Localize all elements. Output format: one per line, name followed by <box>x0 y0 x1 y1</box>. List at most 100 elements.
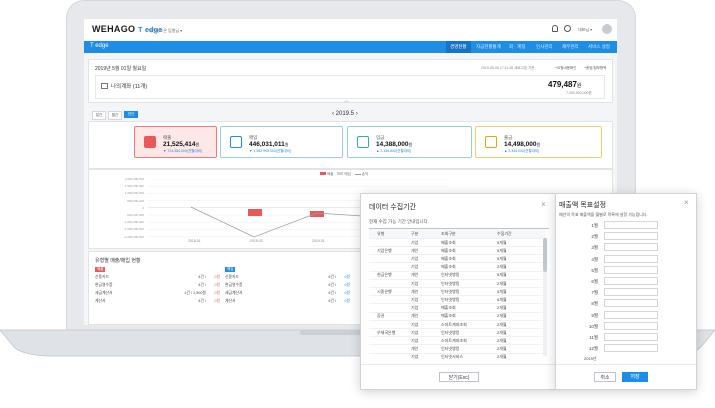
period-label: 2019.5 <box>335 111 355 117</box>
goal-row: 12월 <box>556 343 686 355</box>
goal-input[interactable] <box>604 288 658 297</box>
nav-item-settings[interactable]: 서비스 설정 <box>588 44 610 50</box>
cell-period: 2개월 <box>497 305 507 311</box>
stat-sub: ▼ 1,552,995,000(전월대비) <box>249 149 292 153</box>
purchase-type-list: 신용카드 4건 / 0원 현금영수증 4건 / 0원 세금계산서 4건 / 0원 계산… <box>225 275 350 307</box>
type-panel-title: 유형별 매출/매입 현황 <box>95 258 141 264</box>
bar-sales[interactable] <box>310 211 324 217</box>
legend-purchase: 매입 <box>344 172 351 176</box>
tab-yearly[interactable]: 연간 <box>124 111 138 118</box>
collect-dialog-title: 데이터 수집기간 <box>369 204 417 211</box>
goal-dialog-desc: 매년의 목표 매출액을 월별로 목록에 설정 가능합니다. <box>559 212 648 217</box>
nav-item-finance[interactable]: 재무관리 <box>562 44 579 50</box>
list-item[interactable]: 세금계산서 1건 / 1,500원 0원 <box>95 291 220 299</box>
goal-input[interactable] <box>604 299 658 308</box>
list-item[interactable]: 현금영수증 4건 / 0원 <box>225 283 350 291</box>
balance-sub: 7,000,000,000원 <box>566 91 592 95</box>
cell-kind: 기업 <box>411 305 419 311</box>
goal-input[interactable] <box>604 232 658 241</box>
scrollbar-thumb[interactable] <box>543 238 547 272</box>
goal-row: 10월 <box>556 321 686 333</box>
avatar[interactable] <box>602 24 612 34</box>
nav-item-hr[interactable]: 인사관리 <box>536 44 553 50</box>
nav-item-dashboard[interactable]: 경영현황 <box>446 41 471 53</box>
y-tick: -2,000,000,000 <box>123 234 144 239</box>
y-tick: 500,000,000 <box>127 198 144 203</box>
goal-input[interactable] <box>604 344 658 353</box>
stat-sub: ▼ 724,984,000(전월대비) <box>163 149 203 153</box>
total-year-label: 2019년 <box>584 356 597 362</box>
goal-input[interactable] <box>604 333 658 341</box>
type-name: 세금계산서 <box>95 291 113 295</box>
sales-badge: 매출 <box>95 267 106 272</box>
list-item[interactable]: 신용카드 4건 / 0원 <box>225 275 350 283</box>
close-icon[interactable]: × <box>684 198 689 207</box>
cell-period: 2개월 <box>497 313 507 319</box>
goal-input[interactable] <box>604 310 658 319</box>
legend-swatch-purchase <box>337 172 344 175</box>
close-icon[interactable]: × <box>541 200 546 209</box>
type-value: 4건 / <box>198 283 206 287</box>
type-value: 4건 / <box>328 275 336 279</box>
next-arrow-icon[interactable]: › <box>356 111 358 117</box>
cell-kind: 개인 <box>411 346 419 352</box>
period-selector[interactable]: ‹ 2019.5 › <box>332 111 358 117</box>
prev-arrow-icon[interactable]: ‹ <box>332 111 334 117</box>
close-button[interactable]: 닫기(Esc) <box>439 372 479 382</box>
tab-monthly[interactable]: 월간 <box>108 111 122 120</box>
stat-purchase[interactable]: 매입 446,031,011원 ▼ 1,552,995,000(전월대비) <box>220 126 343 158</box>
list-item[interactable]: 현금영수증 4건 / 0원 <box>95 283 220 291</box>
attachment-button[interactable]: +증빙/첨부항목 <box>584 66 606 71</box>
type-name: 신용카드 <box>225 275 239 279</box>
stat-value: 21,525,414 <box>163 141 196 148</box>
cell-query: 매출조회 <box>441 255 456 261</box>
cell-query: 인터넷뱅킹 <box>441 288 460 294</box>
goal-input[interactable] <box>604 243 658 252</box>
list-item[interactable]: 세금계산서 4건 / 0원 <box>225 291 350 299</box>
tab-daily[interactable]: 일간 <box>92 111 106 120</box>
type-name: 세금계산서 <box>225 291 243 295</box>
cell-kind: 기업 <box>411 255 419 261</box>
goal-dialog-title: 매출액 목표설정 <box>559 202 607 209</box>
bar-sales[interactable] <box>248 209 262 216</box>
goal-input[interactable] <box>604 221 658 229</box>
month-label: 4월 <box>591 256 598 262</box>
refresh-time[interactable]: 2019-05-06 17:11:38 새로고침 기준 <box>481 66 535 71</box>
stat-withdraw[interactable]: 출금 14,498,000원 ▲ 2,346,000(전월대비) <box>475 126 602 158</box>
help-icon[interactable] <box>564 25 571 32</box>
x-tick: 2018.01 <box>188 239 201 243</box>
company-selector[interactable]: • 더존비즈온 임원님 ▾ <box>146 28 182 34</box>
list-item[interactable]: 계산서 4건 / 0원 <box>95 299 220 307</box>
cell-query: 인터넷뱅킹 <box>441 280 460 286</box>
save-button[interactable]: 저장 <box>622 372 648 382</box>
bell-icon[interactable] <box>552 25 558 32</box>
cell-period: 5개월 <box>497 255 507 261</box>
month-label: 9월 <box>591 312 598 318</box>
goal-input[interactable] <box>604 254 658 263</box>
goal-input[interactable] <box>604 277 658 285</box>
account-label[interactable]: 나의계좌 (11개) <box>111 82 147 90</box>
list-item[interactable]: 계산서 4건 / 0원 <box>225 299 350 307</box>
nav-item-accounts[interactable]: 회 · 계정 <box>509 44 525 50</box>
collect-table: 유형 구분 조회구분 수집기간 기업 매출조회 5개월 기업은행 개인 매출조회 5개월 기업… <box>369 228 549 361</box>
cell-period: 2개월 <box>497 346 507 352</box>
list-item[interactable]: 신용카드 4건 / 0원 <box>95 275 220 283</box>
cell-period: 2개월 <box>497 329 507 335</box>
cancel-button[interactable]: 취소 <box>594 372 616 382</box>
request-check-button[interactable]: +요청내용확인 <box>555 66 576 71</box>
brand-logo-text: WEHAGO <box>92 24 136 34</box>
nav-item-funds[interactable]: 자금현황통계 <box>476 44 501 50</box>
user-menu[interactable]: 대표님 ▾ <box>578 27 592 33</box>
collapse-chevron-icon[interactable]: ︿ <box>344 97 349 104</box>
stat-deposit[interactable]: 입금 14,388,000원 ▲ 2,156,800(전월대비) <box>347 126 472 158</box>
cell-kind: 기업 <box>411 296 419 302</box>
stat-sales[interactable]: 매출 21,525,414원 ▼ 724,984,000(전월대비) <box>134 126 217 158</box>
table-scrollbar[interactable] <box>543 238 547 356</box>
goal-rows: 1월 2월 3월 4월 5월 6월 7월 8월 9월 10월 11월 12월 2019년 <box>556 220 696 365</box>
goal-input[interactable] <box>604 265 658 274</box>
account-box: 나의계좌 (11개) 479,487원 7,000,000,000원 <box>95 75 605 99</box>
cell-query: 인터넷뱅킹 <box>441 296 460 302</box>
cell-period: 2개월 <box>497 280 507 286</box>
goal-input[interactable] <box>604 321 658 330</box>
col-kind: 구분 <box>411 231 419 236</box>
